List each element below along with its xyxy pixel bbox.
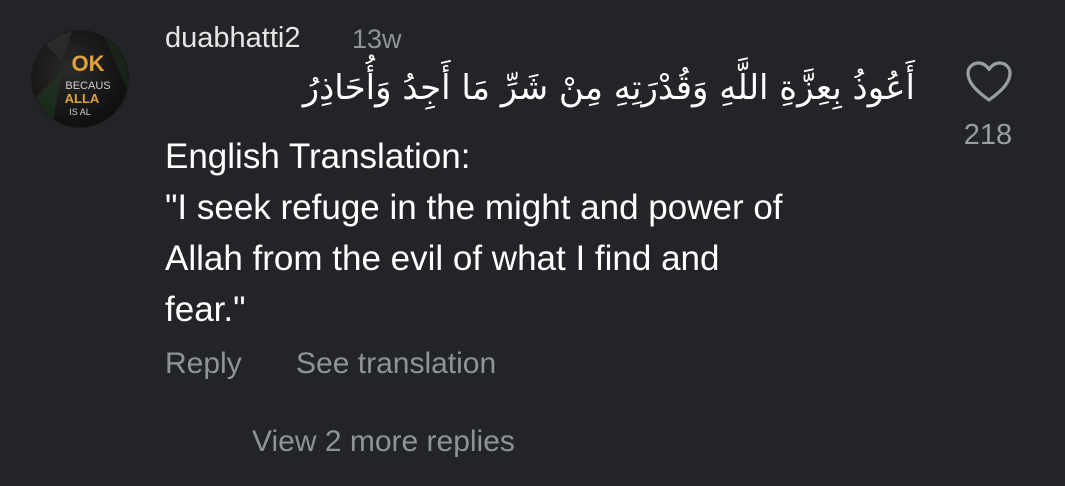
comment-username[interactable]: duabhatti2: [165, 22, 300, 55]
comment-body-line: English Translation:: [165, 137, 471, 176]
see-translation-button[interactable]: See translation: [296, 347, 496, 381]
avatar-text-line: IS AL: [69, 107, 91, 117]
comment-item: OK BECAUS ALLA IS AL duabhatti2 13w أَعُ…: [0, 0, 1065, 486]
comment-body: English Translation: "I seek refuge in t…: [165, 131, 925, 335]
heart-outline-icon[interactable]: [965, 60, 1013, 104]
comment-timestamp: 13w: [352, 24, 402, 54]
comment-body-line: fear.": [165, 290, 246, 329]
view-more-replies-button[interactable]: View 2 more replies: [252, 425, 515, 459]
avatar-text-line: OK: [72, 51, 105, 76]
comment-body-line: Allah from the evil of what I find and: [165, 239, 720, 278]
avatar-text-line: ALLA: [65, 91, 100, 106]
like-count: 218: [963, 119, 1013, 151]
comment-actions: Reply See translation: [165, 347, 496, 381]
reply-button[interactable]: Reply: [165, 347, 242, 381]
comment-arabic-text: أَعُوذُ بِعِزَّةِ اللَّهِ وَقُدْرَتِهِ م…: [302, 68, 915, 108]
avatar[interactable]: OK BECAUS ALLA IS AL: [31, 30, 129, 128]
comment-body-line: "I seek refuge in the might and power of: [165, 188, 783, 227]
avatar-image: OK BECAUS ALLA IS AL: [32, 31, 128, 127]
